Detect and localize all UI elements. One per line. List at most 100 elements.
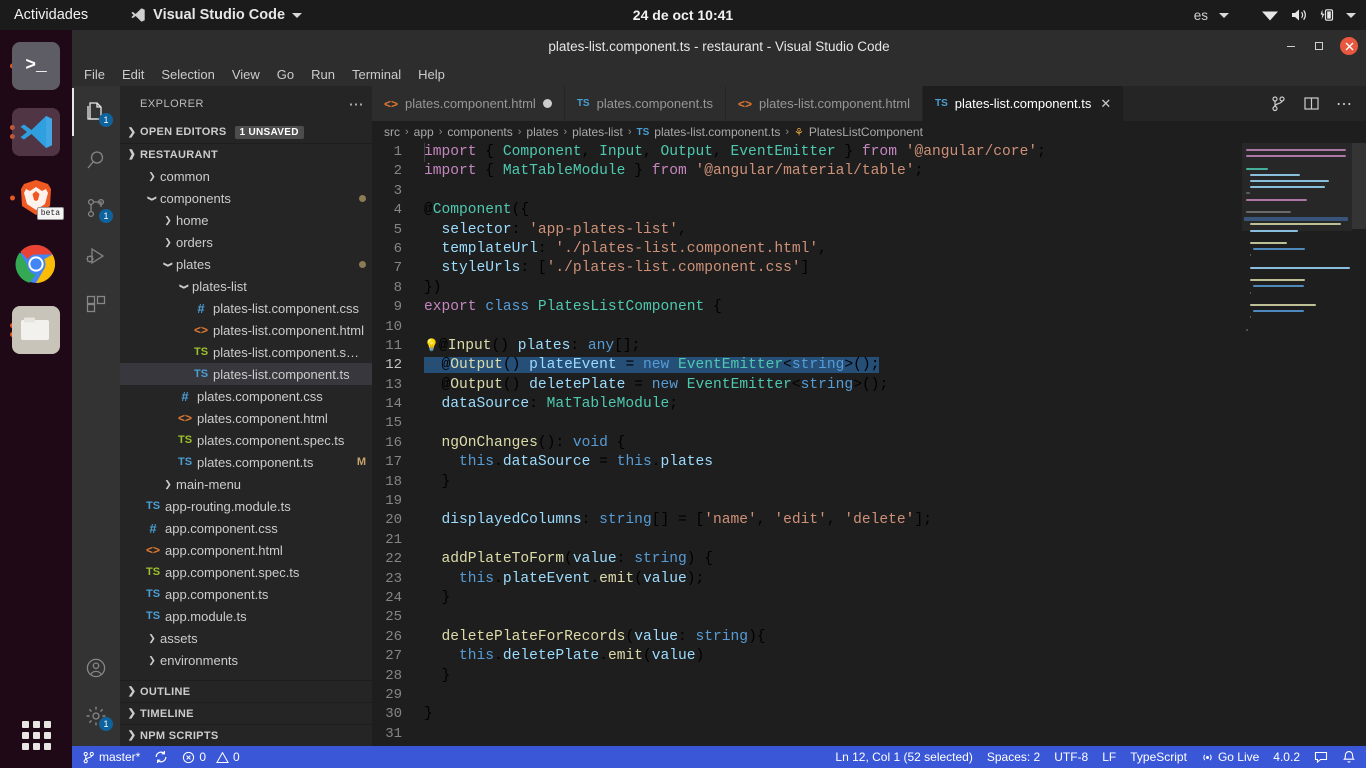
tree-folder-plates[interactable]: ❱plates [120, 253, 372, 275]
breadcrumb-item-plates-list[interactable]: plates-list [572, 125, 623, 139]
language-indicator[interactable]: es [1194, 8, 1208, 23]
close-button[interactable] [1340, 37, 1358, 55]
code-line-17[interactable]: 17 this.dataSource = this.plates [372, 453, 1366, 472]
battery-icon[interactable] [1319, 8, 1335, 22]
status-eol[interactable]: LF [1102, 750, 1116, 764]
breadcrumb-item-plates[interactable]: plates [526, 125, 558, 139]
language-chevron-down-icon[interactable] [1219, 13, 1229, 18]
sidebar-more-actions-icon[interactable]: ⋯ [349, 95, 365, 113]
tree-folder-components[interactable]: ❱components [120, 187, 372, 209]
code-line-15[interactable]: 15 [372, 414, 1366, 433]
breadcrumb-item-src[interactable]: src [384, 125, 400, 139]
tree-file-plates-list.component.ts[interactable]: TSplates-list.component.ts [120, 363, 372, 385]
tab-plates-component-ts[interactable]: TS plates.component.ts [565, 86, 726, 121]
wifi-icon[interactable] [1261, 8, 1279, 22]
split-editor-icon[interactable] [1270, 95, 1287, 112]
code-line-27[interactable]: 27 this.deletePlate.emit(value) [372, 647, 1366, 666]
dock-item-files[interactable] [8, 302, 64, 358]
tree-file-app-routing.module.ts[interactable]: TSapp-routing.module.ts [120, 495, 372, 517]
tree-file-plates.component.css[interactable]: #plates.component.css [120, 385, 372, 407]
code-line-14[interactable]: 14 dataSource: MatTableModule; [372, 395, 1366, 414]
editor-more-actions-icon[interactable]: ⋯ [1336, 94, 1352, 114]
code-line-13[interactable]: 13 @Output() deletePlate = new EventEmit… [372, 376, 1366, 395]
menu-item-view[interactable]: View [232, 67, 260, 82]
dock-item-terminal[interactable]: >_ [8, 38, 64, 94]
dock-item-brave-beta[interactable]: beta [8, 170, 64, 226]
menu-item-terminal[interactable]: Terminal [352, 67, 401, 82]
tree-file-plates-list.component.css[interactable]: #plates-list.component.css [120, 297, 372, 319]
maximize-button[interactable] [1312, 39, 1326, 53]
tree-file-app.module.ts[interactable]: TSapp.module.ts [120, 605, 372, 627]
activities-button[interactable]: Actividades [0, 7, 102, 23]
minimap[interactable] [1242, 143, 1352, 746]
code-line-31[interactable]: 31 [372, 725, 1366, 744]
volume-icon[interactable] [1290, 8, 1308, 22]
minimize-button[interactable] [1284, 39, 1298, 53]
code-line-2[interactable]: 2import { MatTableModule } from '@angula… [372, 162, 1366, 181]
close-icon[interactable]: ✕ [1100, 96, 1111, 112]
tree-folder-main-menu[interactable]: ❯main-menu [120, 473, 372, 495]
tree-folder-orders[interactable]: ❯orders [120, 231, 372, 253]
code-lines[interactable]: 1import { Component, Input, Output, Even… [372, 143, 1366, 746]
dock-item-visual-studio-code[interactable] [8, 104, 64, 160]
tree-file-plates.component.html[interactable]: <>plates.component.html [120, 407, 372, 429]
activitybar-item-run-and-debug[interactable] [72, 232, 120, 280]
tree-folder-plates-list[interactable]: ❱plates-list [120, 275, 372, 297]
code-line-26[interactable]: 26 deletePlateForRecords(value: string){ [372, 628, 1366, 647]
section-outline[interactable]: ❯ OUTLINE [120, 680, 372, 702]
activitybar-item-accounts[interactable] [72, 644, 120, 692]
code-line-29[interactable]: 29 [372, 686, 1366, 705]
menu-item-go[interactable]: Go [277, 67, 294, 82]
code-line-5[interactable]: 5 selector: 'app-plates-list', [372, 221, 1366, 240]
bell-icon[interactable] [1342, 750, 1356, 764]
activitybar-item-explorer[interactable]: 1 [72, 88, 120, 136]
activitybar-item-source-control[interactable]: 1 [72, 184, 120, 232]
code-line-22[interactable]: 22 addPlateToForm(value: string) { [372, 550, 1366, 569]
clock[interactable]: 24 de oct 10:41 [633, 7, 733, 23]
editor-scrollbar[interactable] [1352, 143, 1366, 746]
app-menu-button[interactable]: Visual Studio Code [130, 7, 302, 23]
code-line-23[interactable]: 23 this.plateEvent.emit(value); [372, 570, 1366, 589]
tree-folder-home[interactable]: ❯home [120, 209, 372, 231]
menu-item-help[interactable]: Help [418, 67, 445, 82]
status-version[interactable]: 4.0.2 [1273, 750, 1300, 764]
status-encoding[interactable]: UTF-8 [1054, 750, 1088, 764]
tree-file-app.component.ts[interactable]: TSapp.component.ts [120, 583, 372, 605]
menu-item-file[interactable]: File [84, 67, 105, 82]
section-project-root[interactable]: ❱ RESTAURANT [120, 143, 372, 165]
code-line-20[interactable]: 20 displayedColumns: string[] = ['name',… [372, 511, 1366, 530]
tree-file-plates.component.ts[interactable]: TSplates.component.tsM [120, 451, 372, 473]
code-line-18[interactable]: 18 } [372, 473, 1366, 492]
tab-plates-list-component-html[interactable]: <> plates-list.component.html [726, 86, 923, 121]
activitybar-item-settings[interactable]: 1 [72, 692, 120, 740]
feedback-icon[interactable] [1314, 750, 1328, 764]
tree-file-app.component.spec.ts[interactable]: TSapp.component.spec.ts [120, 561, 372, 583]
menu-item-selection[interactable]: Selection [161, 67, 214, 82]
dock-item-google-chrome[interactable] [8, 236, 64, 292]
breadcrumb-item-components[interactable]: components [447, 125, 512, 139]
tree-folder-assets[interactable]: ❯assets [120, 627, 372, 649]
code-line-16[interactable]: 16 ngOnChanges(): void { [372, 434, 1366, 453]
menu-item-run[interactable]: Run [311, 67, 335, 82]
code-line-21[interactable]: 21 [372, 531, 1366, 550]
code-editor[interactable]: 1import { Component, Input, Output, Even… [372, 143, 1366, 746]
code-line-6[interactable]: 6 templateUrl: './plates-list.component.… [372, 240, 1366, 259]
tab-plates-component-html[interactable]: <> plates.component.html [372, 86, 565, 121]
split-editor-right-icon[interactable] [1303, 95, 1320, 112]
show-applications-button[interactable] [22, 721, 51, 750]
status-indentation[interactable]: Spaces: 2 [987, 750, 1040, 764]
code-line-19[interactable]: 19 [372, 492, 1366, 511]
status-go-live[interactable]: Go Live [1201, 750, 1259, 764]
code-line-9[interactable]: 9export class PlatesListComponent { [372, 298, 1366, 317]
tree-folder-common[interactable]: ❯common [120, 165, 372, 187]
code-line-10[interactable]: 10 [372, 318, 1366, 337]
status-cursor-position[interactable]: Ln 12, Col 1 (52 selected) [835, 750, 972, 764]
status-sync[interactable] [154, 750, 168, 764]
code-line-11[interactable]: 11💡@Input() plates: any[]; [372, 337, 1366, 356]
code-line-25[interactable]: 25 [372, 608, 1366, 627]
code-line-3[interactable]: 3 [372, 182, 1366, 201]
code-line-24[interactable]: 24 } [372, 589, 1366, 608]
section-timeline[interactable]: ❯ TIMELINE [120, 702, 372, 724]
tree-folder-environments[interactable]: ❯environments [120, 649, 372, 671]
code-line-7[interactable]: 7 styleUrls: ['./plates-list.component.c… [372, 259, 1366, 278]
